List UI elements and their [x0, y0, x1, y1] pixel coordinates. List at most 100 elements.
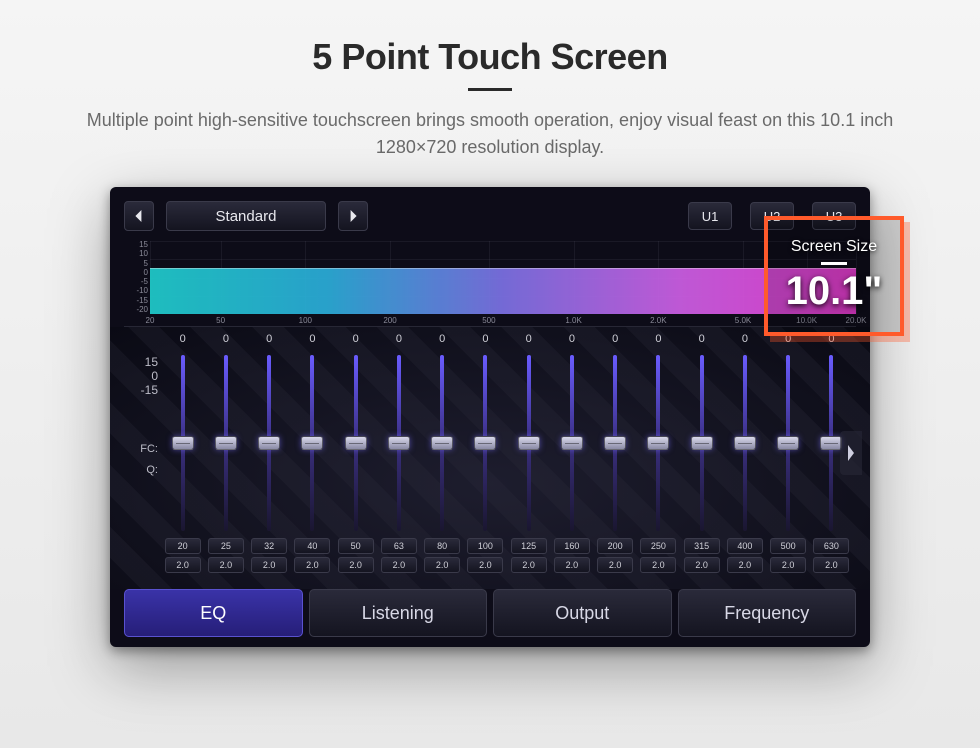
- band-gain: 0: [309, 333, 315, 351]
- band-q[interactable]: 2.0: [727, 557, 763, 573]
- band-slider[interactable]: [786, 355, 790, 531]
- slider-thumb[interactable]: [172, 436, 194, 450]
- band-slider[interactable]: [829, 355, 833, 531]
- x-tick: 50: [216, 316, 225, 325]
- band-gain: 0: [396, 333, 402, 351]
- slider-thumb[interactable]: [518, 436, 540, 450]
- more-bands-button[interactable]: [840, 431, 862, 475]
- band-gain: 0: [655, 333, 661, 351]
- band-q[interactable]: 2.0: [554, 557, 590, 573]
- tab-listening[interactable]: Listening: [309, 589, 488, 637]
- band-slider[interactable]: [181, 355, 185, 531]
- x-tick: 1.0K: [565, 316, 581, 325]
- tab-eq[interactable]: EQ: [124, 589, 303, 637]
- band-q[interactable]: 2.0: [294, 557, 330, 573]
- slider-thumb[interactable]: [388, 436, 410, 450]
- band-fc[interactable]: 20: [165, 538, 201, 554]
- band-q[interactable]: 2.0: [424, 557, 460, 573]
- y-tick: -20: [124, 306, 148, 314]
- x-tick: 2.0K: [650, 316, 666, 325]
- band-fc[interactable]: 100: [467, 538, 503, 554]
- band-slider[interactable]: [743, 355, 747, 531]
- band-slider[interactable]: [224, 355, 228, 531]
- preset-display[interactable]: Standard: [166, 201, 326, 231]
- band-fc[interactable]: 400: [727, 538, 763, 554]
- q-row-label: Q:: [124, 462, 158, 478]
- band-fc[interactable]: 315: [684, 538, 720, 554]
- band-q[interactable]: 2.0: [381, 557, 417, 573]
- x-tick: 200: [383, 316, 396, 325]
- user-preset-1-button[interactable]: U1: [688, 202, 732, 230]
- bottom-tabs: EQListeningOutputFrequency: [124, 589, 856, 637]
- band-fc[interactable]: 500: [770, 538, 806, 554]
- tab-output[interactable]: Output: [493, 589, 672, 637]
- x-tick: 100: [299, 316, 312, 325]
- y-tick: 0: [124, 269, 148, 277]
- slider-thumb[interactable]: [561, 436, 583, 450]
- band-fc[interactable]: 25: [208, 538, 244, 554]
- slider-thumb[interactable]: [734, 436, 756, 450]
- band-gain: 0: [266, 333, 272, 351]
- eq-band-32: 0 32 2.0: [249, 333, 290, 573]
- band-slider[interactable]: [267, 355, 271, 531]
- page-title: 5 Point Touch Screen: [0, 0, 980, 78]
- band-q[interactable]: 2.0: [511, 557, 547, 573]
- band-gain: 0: [742, 333, 748, 351]
- band-fc[interactable]: 32: [251, 538, 287, 554]
- eq-band-80: 0802.0: [422, 333, 463, 573]
- slider-thumb[interactable]: [691, 436, 713, 450]
- band-q[interactable]: 2.0: [597, 557, 633, 573]
- band-fc[interactable]: 200: [597, 538, 633, 554]
- title-underline: [468, 88, 512, 91]
- slider-thumb[interactable]: [647, 436, 669, 450]
- band-slider[interactable]: [440, 355, 444, 531]
- slider-thumb[interactable]: [301, 436, 323, 450]
- slider-thumb[interactable]: [431, 436, 453, 450]
- band-q[interactable]: 2.0: [251, 557, 287, 573]
- band-q[interactable]: 2.0: [165, 557, 201, 573]
- eq-band-160: 01602.0: [551, 333, 592, 573]
- band-fc[interactable]: 63: [381, 538, 417, 554]
- band-q[interactable]: 2.0: [208, 557, 244, 573]
- band-slider[interactable]: [483, 355, 487, 531]
- band-q[interactable]: 2.0: [640, 557, 676, 573]
- band-slider[interactable]: [570, 355, 574, 531]
- band-fc[interactable]: 125: [511, 538, 547, 554]
- eq-sliders: 15 0 -15 FC: Q: 0202.00252.00322.00402.0…: [124, 333, 856, 573]
- band-fc[interactable]: 250: [640, 538, 676, 554]
- band-fc[interactable]: 630: [813, 538, 849, 554]
- band-slider[interactable]: [656, 355, 660, 531]
- tab-frequency[interactable]: Frequency: [678, 589, 857, 637]
- band-q[interactable]: 2.0: [467, 557, 503, 573]
- band-fc[interactable]: 50: [338, 538, 374, 554]
- slider-thumb[interactable]: [474, 436, 496, 450]
- band-fc[interactable]: 160: [554, 538, 590, 554]
- band-slider[interactable]: [397, 355, 401, 531]
- band-q[interactable]: 2.0: [770, 557, 806, 573]
- eq-band-400: 0 400 2.0: [724, 333, 765, 573]
- slider-thumb[interactable]: [258, 436, 280, 450]
- band-slider[interactable]: [527, 355, 531, 531]
- slider-thumb[interactable]: [345, 436, 367, 450]
- band-slider[interactable]: [613, 355, 617, 531]
- band-q[interactable]: 2.0: [684, 557, 720, 573]
- band-slider[interactable]: [310, 355, 314, 531]
- band-gain: 0: [353, 333, 359, 351]
- spectrum-fill: [150, 268, 856, 314]
- slider-thumb[interactable]: [215, 436, 237, 450]
- eq-band-20: 0202.0: [162, 333, 203, 573]
- scale-bottom: -15: [124, 383, 158, 397]
- band-slider[interactable]: [700, 355, 704, 531]
- band-fc[interactable]: 80: [424, 538, 460, 554]
- band-fc[interactable]: 40: [294, 538, 330, 554]
- band-q[interactable]: 2.0: [338, 557, 374, 573]
- band-slider[interactable]: [354, 355, 358, 531]
- badge-underline: [821, 262, 847, 265]
- slider-thumb[interactable]: [777, 436, 799, 450]
- band-gain: 0: [612, 333, 618, 351]
- preset-next-button[interactable]: [338, 201, 368, 231]
- fc-row-label: FC:: [124, 441, 158, 457]
- slider-thumb[interactable]: [604, 436, 626, 450]
- band-q[interactable]: 2.0: [813, 557, 849, 573]
- preset-prev-button[interactable]: [124, 201, 154, 231]
